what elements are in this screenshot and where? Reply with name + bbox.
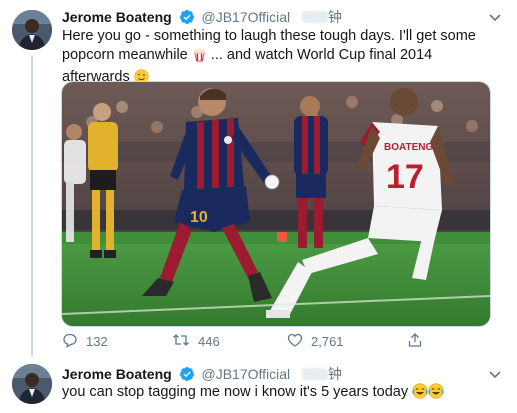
- blurred-timestamp: [302, 368, 329, 380]
- jersey-number: 17: [386, 158, 424, 196]
- shorts-number: 10: [190, 209, 208, 226]
- tweet-text: you can stop tagging me now i know it's …: [62, 383, 502, 405]
- face-with-tears-of-joy-icon: [412, 383, 428, 405]
- timestamp-suffix: 钟: [328, 366, 343, 382]
- popcorn-icon: [192, 47, 207, 68]
- reply-count: 132: [86, 333, 108, 349]
- timestamp-suffix: 钟: [328, 9, 343, 25]
- tweet-header: Jerome Boateng @JB17Official 钟: [62, 8, 342, 29]
- verified-badge-icon: [179, 9, 195, 29]
- avatar[interactable]: [12, 10, 52, 50]
- avatar[interactable]: [12, 364, 52, 404]
- tweet-1: Jerome Boateng @JB17Official 钟 Here you …: [0, 0, 517, 356]
- blurred-timestamp: [302, 11, 329, 23]
- tweet-text-body: you can stop tagging me now i know it's …: [62, 384, 409, 400]
- like-button[interactable]: 2,761: [287, 332, 407, 351]
- tweet-actions: 132 446 2,761: [62, 331, 482, 351]
- author-name[interactable]: Jerome Boateng: [62, 9, 172, 25]
- reply-icon: [62, 332, 86, 351]
- heart-icon: [287, 332, 311, 351]
- face-with-tears-of-joy-icon: [428, 383, 444, 405]
- chevron-down-icon[interactable]: [487, 366, 503, 382]
- retweet-button[interactable]: 446: [172, 332, 287, 351]
- reply-button[interactable]: 132: [62, 332, 172, 351]
- retweet-count: 446: [198, 333, 220, 349]
- jersey-name: BOATENG: [384, 142, 433, 153]
- share-button[interactable]: [407, 332, 431, 351]
- football: [264, 174, 280, 190]
- retweet-icon: [172, 332, 198, 351]
- author-handle[interactable]: @JB17Official: [201, 9, 290, 25]
- author-handle[interactable]: @JB17Official: [201, 366, 290, 382]
- author-name[interactable]: Jerome Boateng: [62, 366, 172, 382]
- like-count: 2,761: [311, 333, 344, 349]
- share-icon: [407, 332, 431, 351]
- thread-line: [31, 56, 33, 356]
- tweet-2: Jerome Boateng @JB17Official 钟 you can s…: [0, 356, 517, 413]
- chevron-down-icon[interactable]: [487, 9, 503, 25]
- tweet-photo[interactable]: 10 BOATENG 17: [61, 81, 491, 327]
